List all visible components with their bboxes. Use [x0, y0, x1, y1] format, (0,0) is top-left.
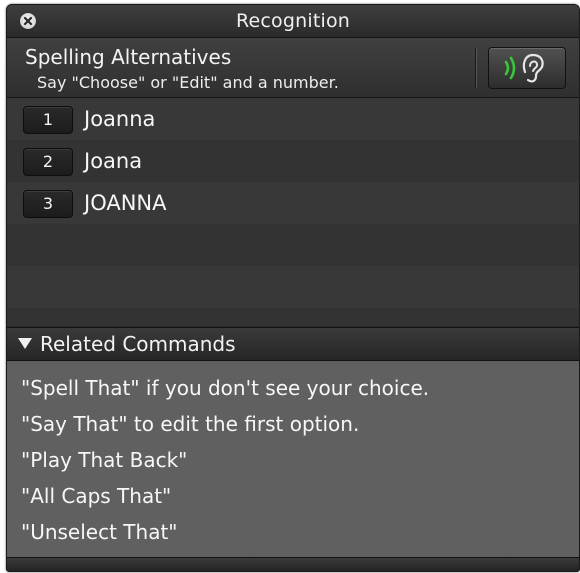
header-subtitle: Say "Choose" or "Edit" and a number. — [37, 73, 339, 92]
empty-list-row — [7, 308, 579, 326]
bottom-bar — [7, 557, 579, 571]
command-item: "Play That Back" — [21, 448, 188, 472]
related-commands-list: "Spell That" if you don't see your choic… — [7, 361, 579, 557]
choice-text[interactable]: Joana — [84, 149, 142, 173]
title-bar[interactable]: Recognition — [7, 5, 579, 38]
ear-icon — [504, 53, 544, 83]
alternatives-list: 1 Joanna 2 Joana 3 JOANNA — [7, 98, 579, 326]
choice-number-button[interactable]: 1 — [23, 106, 73, 134]
list-item[interactable]: 1 Joanna — [7, 98, 579, 140]
choice-number-button[interactable]: 2 — [23, 148, 73, 176]
recognition-window: Recognition Spelling Alternatives Say "C… — [6, 4, 580, 572]
spelling-header: Spelling Alternatives Say "Choose" or "E… — [7, 38, 579, 98]
header-divider — [475, 48, 477, 88]
related-commands-toggle[interactable]: Related Commands — [7, 327, 579, 361]
list-item[interactable]: 2 Joana — [7, 140, 579, 182]
window-title: Recognition — [235, 10, 351, 32]
command-item: "All Caps That" — [21, 484, 172, 508]
related-commands-title: Related Commands — [40, 332, 236, 356]
triangle-down-icon[interactable] — [17, 335, 33, 351]
command-item: "Spell That" if you don't see your choic… — [21, 376, 430, 400]
list-item[interactable]: 3 JOANNA — [7, 182, 579, 224]
choice-text[interactable]: JOANNA — [84, 191, 167, 215]
listen-button[interactable] — [488, 47, 566, 89]
command-item: "Say That" to edit the first option. — [21, 412, 360, 436]
command-item: "Unselect That" — [21, 520, 178, 544]
empty-list-row — [7, 224, 579, 266]
choice-text[interactable]: Joanna — [84, 107, 155, 131]
choice-number-button[interactable]: 3 — [23, 190, 73, 218]
empty-list-row — [7, 266, 579, 308]
header-title: Spelling Alternatives — [25, 45, 232, 69]
